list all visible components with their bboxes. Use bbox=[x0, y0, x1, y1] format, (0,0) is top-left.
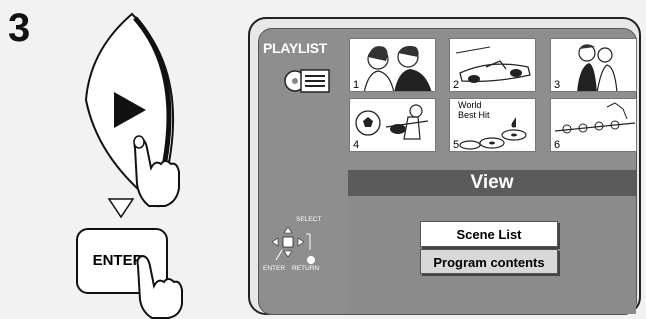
select-label: SELECT bbox=[296, 216, 322, 223]
page: { "step_number": "3", "remote": { "play_… bbox=[0, 0, 646, 319]
thumbnail-3[interactable]: 3 bbox=[550, 38, 637, 92]
thumbnail-4[interactable]: 4 bbox=[349, 98, 436, 152]
thumbnail-6[interactable]: 6 bbox=[550, 98, 637, 152]
thumbnail-1[interactable]: 1 bbox=[349, 38, 436, 92]
factory-line-icon bbox=[554, 102, 636, 134]
enter-control-label: ENTER bbox=[263, 265, 286, 272]
thumbnail-number: 2 bbox=[453, 79, 460, 91]
thumbnail-caption-line2: Best Hit bbox=[458, 110, 490, 120]
playlist-icon bbox=[284, 69, 330, 93]
race-car-icon bbox=[455, 46, 531, 83]
dancing-couple-icon bbox=[577, 44, 618, 91]
thumbnail-caption-line1: World bbox=[458, 100, 482, 110]
pressing-hand-icon bbox=[133, 135, 180, 207]
thumbnail-number: 6 bbox=[554, 139, 561, 151]
pressing-hand-icon bbox=[136, 254, 183, 319]
thumbnail-2[interactable]: 2 bbox=[449, 38, 536, 92]
view-title: View bbox=[348, 170, 636, 196]
thumbnail-number: 4 bbox=[353, 139, 360, 151]
thumbnail-number: 1 bbox=[353, 79, 360, 91]
thumbnail-number: 5 bbox=[453, 139, 460, 151]
thumbnail-5[interactable]: World Best Hit 5 bbox=[449, 98, 536, 152]
thumbnail-number: 3 bbox=[554, 79, 561, 91]
soccer-guitar-icon bbox=[355, 104, 429, 140]
menu-item-program-contents[interactable]: Program contents bbox=[420, 249, 558, 274]
playlist-label: PLAYLIST bbox=[263, 40, 327, 56]
couple-talking-icon bbox=[363, 45, 432, 91]
step-number: 3 bbox=[8, 6, 31, 50]
down-arrow-icon bbox=[107, 198, 135, 219]
menu-item-scene-list[interactable]: Scene List bbox=[420, 221, 558, 247]
return-label: RETURN bbox=[292, 265, 320, 272]
